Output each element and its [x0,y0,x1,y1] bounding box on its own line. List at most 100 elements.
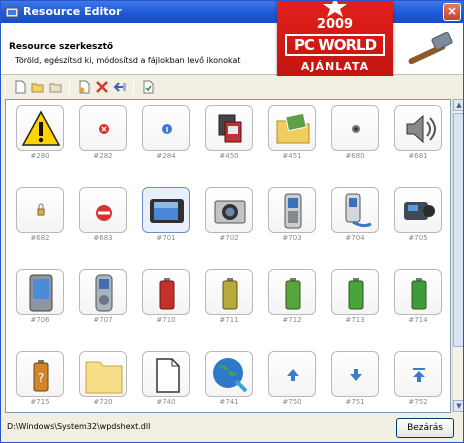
icon-label: #703 [282,234,302,242]
icon-cell[interactable]: #711 [205,269,253,329]
save-icon[interactable] [49,80,63,94]
icon-tile[interactable] [205,187,253,233]
header-panel: Resource szerkesztő Töröld, egészítsd ki… [1,23,463,75]
icon-cell[interactable]: #707 [79,269,127,329]
open-folder-icon[interactable] [31,80,45,94]
icon-tile[interactable] [79,105,127,151]
speaker-small-icon [352,125,360,133]
scroll-up-button[interactable]: ▲ [453,99,463,111]
svg-text:?: ? [38,371,44,385]
icon-label: #710 [156,316,176,324]
icon-tile[interactable] [205,351,253,397]
icon-cell[interactable]: #751 [331,351,379,411]
icon-tile[interactable] [331,187,379,233]
icon-tile[interactable] [394,105,442,151]
star-icon [323,1,347,17]
icon-tile[interactable] [394,269,442,315]
icon-tile[interactable] [79,351,127,397]
icon-cell[interactable]: #714 [394,269,442,329]
icon-cell[interactable]: #282 [79,105,127,165]
icon-cell[interactable]: #450 [205,105,253,165]
window-close-button[interactable]: × [443,3,461,21]
scroll-thumb[interactable] [453,113,463,347]
header-title: Resource szerkesztő [9,42,114,52]
icon-cell[interactable]: #750 [268,351,316,411]
icon-label: #751 [345,398,365,406]
icon-label: #701 [156,234,176,242]
icon-cell[interactable]: #451 [268,105,316,165]
icon-tile[interactable] [79,269,127,315]
icon-tile[interactable] [331,269,379,315]
icon-tile[interactable] [205,269,253,315]
icon-label: #702 [219,234,239,242]
icon-cell[interactable]: #752 [394,351,442,411]
icon-tile[interactable] [205,105,253,151]
scroll-down-button[interactable]: ▼ [453,400,463,412]
icon-tile[interactable] [331,351,379,397]
icon-grid: #280 #282 #284 #450 #451 #680 #681 #682 #683 #701… [5,99,451,413]
warning-icon [21,110,61,146]
icon-tile[interactable] [394,187,442,233]
icon-cell[interactable]: #702 [205,187,253,247]
copy-devices-icon [218,114,242,143]
delete-icon[interactable] [95,80,109,94]
icon-cell[interactable]: #680 [331,105,379,165]
icon-tile[interactable]: ? [16,351,64,397]
icon-tile[interactable] [79,187,127,233]
icon-cell[interactable]: #710 [142,269,190,329]
icon-cell[interactable]: #705 [394,187,442,247]
battery-green-3-icon [411,278,427,310]
icon-label: #713 [345,316,365,324]
icon-cell[interactable]: #703 [268,187,316,247]
export-icon[interactable] [141,80,155,94]
icon-cell[interactable]: #683 [79,187,127,247]
icon-cell[interactable]: #720 [79,351,127,411]
icon-cell[interactable]: #740 [142,351,190,411]
icon-tile[interactable] [142,105,190,151]
icon-cell[interactable]: #741 [205,351,253,411]
icon-cell[interactable]: #681 [394,105,442,165]
icon-cell[interactable]: ? #715 [16,351,64,411]
icon-cell[interactable]: #706 [16,269,64,329]
import-icon[interactable] [113,80,127,94]
icon-tile[interactable] [331,105,379,151]
icon-label: #714 [408,316,428,324]
icon-label: #680 [345,152,365,160]
vertical-scrollbar[interactable]: ▲ ▼ [452,99,463,413]
icon-tile[interactable] [394,351,442,397]
globe-icon [213,358,248,393]
icon-tile[interactable] [268,269,316,315]
icon-tile[interactable] [142,351,190,397]
lock-small-icon [37,203,45,216]
icon-tile[interactable] [16,105,64,151]
new-icon[interactable] [13,80,27,94]
icon-tile[interactable] [268,351,316,397]
icon-tile[interactable] [268,105,316,151]
icon-cell[interactable]: #701 [142,187,190,247]
icon-cell[interactable]: #712 [268,269,316,329]
battery-yellow-icon [222,278,238,310]
icon-tile[interactable] [268,187,316,233]
phone-cable-icon [345,193,372,228]
icon-tile[interactable] [16,269,64,315]
toolbar [1,76,463,98]
speaker-icon [406,114,436,144]
icon-tile[interactable] [142,269,190,315]
icon-label: #750 [282,398,302,406]
battery-green-1-icon [285,278,301,310]
icon-label: #706 [30,316,50,324]
close-button[interactable]: Bezárás [396,418,454,438]
mp3-player-icon [95,274,113,312]
icon-cell[interactable]: #280 [16,105,64,165]
new-doc-icon[interactable] [77,80,91,94]
icon-label: #705 [408,234,428,242]
icon-cell[interactable]: #713 [331,269,379,329]
icon-cell[interactable]: #284 [142,105,190,165]
pda-icon [29,274,53,312]
icon-tile[interactable] [142,187,190,233]
icon-tile[interactable] [16,187,64,233]
icon-cell[interactable]: #682 [16,187,64,247]
icon-cell[interactable]: #704 [331,187,379,247]
icon-label: #740 [156,398,176,406]
icon-label: #712 [282,316,302,324]
